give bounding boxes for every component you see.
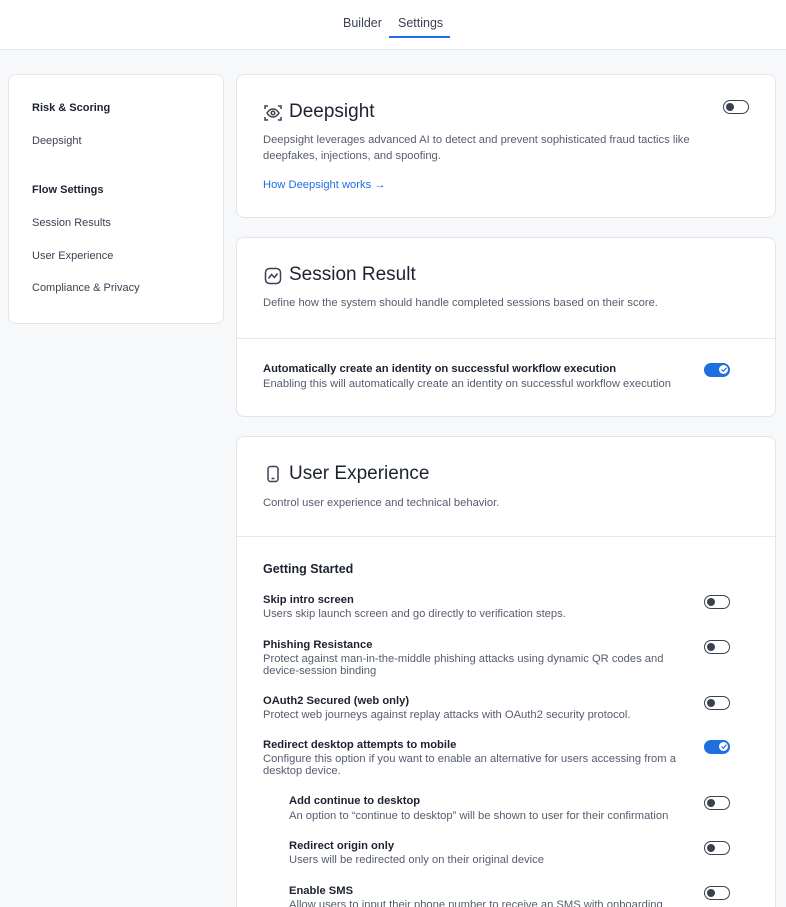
top-nav: Builder Settings bbox=[0, 0, 786, 50]
deepsight-toggle[interactable] bbox=[723, 100, 749, 114]
continue-desktop-toggle[interactable] bbox=[704, 796, 730, 810]
redirect-origin-description: Users will be redirected only on their o… bbox=[289, 854, 544, 866]
session-result-title: Session Result bbox=[289, 264, 416, 285]
sidebar-item-deepsight[interactable]: Deepsight bbox=[32, 135, 82, 147]
sidebar-item-session-results[interactable]: Session Results bbox=[32, 217, 111, 229]
active-tab-indicator bbox=[389, 36, 450, 38]
skip-intro-toggle[interactable] bbox=[704, 595, 730, 609]
continue-desktop-description: An option to “continue to desktop” will … bbox=[289, 810, 669, 822]
enable-sms-title: Enable SMS bbox=[289, 885, 354, 897]
user-experience-card: User Experience Control user experience … bbox=[236, 436, 776, 907]
enable-sms-toggle[interactable] bbox=[704, 886, 730, 900]
deepsight-title: Deepsight bbox=[289, 101, 375, 122]
redirect-mobile-description-line1: Configure this option if you want to ena… bbox=[263, 753, 676, 765]
eye-scan-icon bbox=[263, 103, 283, 123]
redirect-origin-title: Redirect origin only bbox=[289, 840, 395, 852]
deepsight-card: Deepsight Deepsight leverages advanced A… bbox=[236, 74, 776, 218]
user-experience-title: User Experience bbox=[289, 463, 430, 484]
redirect-mobile-description-line2: desktop device. bbox=[263, 765, 341, 777]
redirect-origin-toggle[interactable] bbox=[704, 841, 730, 855]
oauth2-toggle[interactable] bbox=[704, 696, 730, 710]
session-result-description: Define how the system should handle comp… bbox=[263, 297, 658, 309]
divider bbox=[237, 338, 775, 339]
phishing-resistance-description-line1: Protect against man-in-the-middle phishi… bbox=[263, 653, 664, 665]
skip-intro-description: Users skip launch screen and go directly… bbox=[263, 608, 566, 620]
tab-settings[interactable]: Settings bbox=[398, 16, 443, 30]
phishing-resistance-title: Phishing Resistance bbox=[263, 639, 373, 651]
settings-sidebar: Risk & Scoring Deepsight Flow Settings S… bbox=[8, 74, 224, 324]
phishing-resistance-toggle[interactable] bbox=[704, 640, 730, 654]
continue-desktop-title: Add continue to desktop bbox=[289, 795, 421, 807]
tab-builder[interactable]: Builder bbox=[343, 16, 382, 30]
oauth2-title: OAuth2 Secured (web only) bbox=[263, 695, 410, 707]
enable-sms-description: Allow users to input their phone number … bbox=[289, 899, 663, 907]
how-deepsight-works-link[interactable]: How Deepsight works → bbox=[263, 179, 385, 191]
user-experience-description: Control user experience and technical be… bbox=[263, 497, 500, 509]
deepsight-description: Deepsight leverages advanced AI to detec… bbox=[263, 134, 690, 162]
sidebar-heading-flow: Flow Settings bbox=[32, 184, 104, 196]
oauth2-description: Protect web journeys against replay atta… bbox=[263, 709, 631, 721]
getting-started-heading: Getting Started bbox=[263, 562, 354, 576]
sidebar-heading-risk: Risk & Scoring bbox=[32, 102, 111, 114]
sidebar-item-compliance[interactable]: Compliance & Privacy bbox=[32, 282, 140, 294]
auto-identity-description: Enabling this will automatically create … bbox=[263, 378, 671, 390]
sidebar-item-user-experience[interactable]: User Experience bbox=[32, 250, 113, 262]
session-result-card: Session Result Define how the system sho… bbox=[236, 237, 776, 417]
auto-identity-toggle[interactable] bbox=[704, 363, 730, 377]
auto-identity-title: Automatically create an identity on succ… bbox=[263, 363, 617, 375]
skip-intro-title: Skip intro screen bbox=[263, 594, 354, 606]
redirect-mobile-title: Redirect desktop attempts to mobile bbox=[263, 739, 457, 751]
phishing-resistance-description-line2: device-session binding bbox=[263, 665, 377, 677]
divider bbox=[237, 536, 775, 537]
chart-line-icon bbox=[263, 266, 283, 286]
phone-icon bbox=[263, 464, 283, 484]
redirect-mobile-toggle[interactable] bbox=[704, 740, 730, 754]
